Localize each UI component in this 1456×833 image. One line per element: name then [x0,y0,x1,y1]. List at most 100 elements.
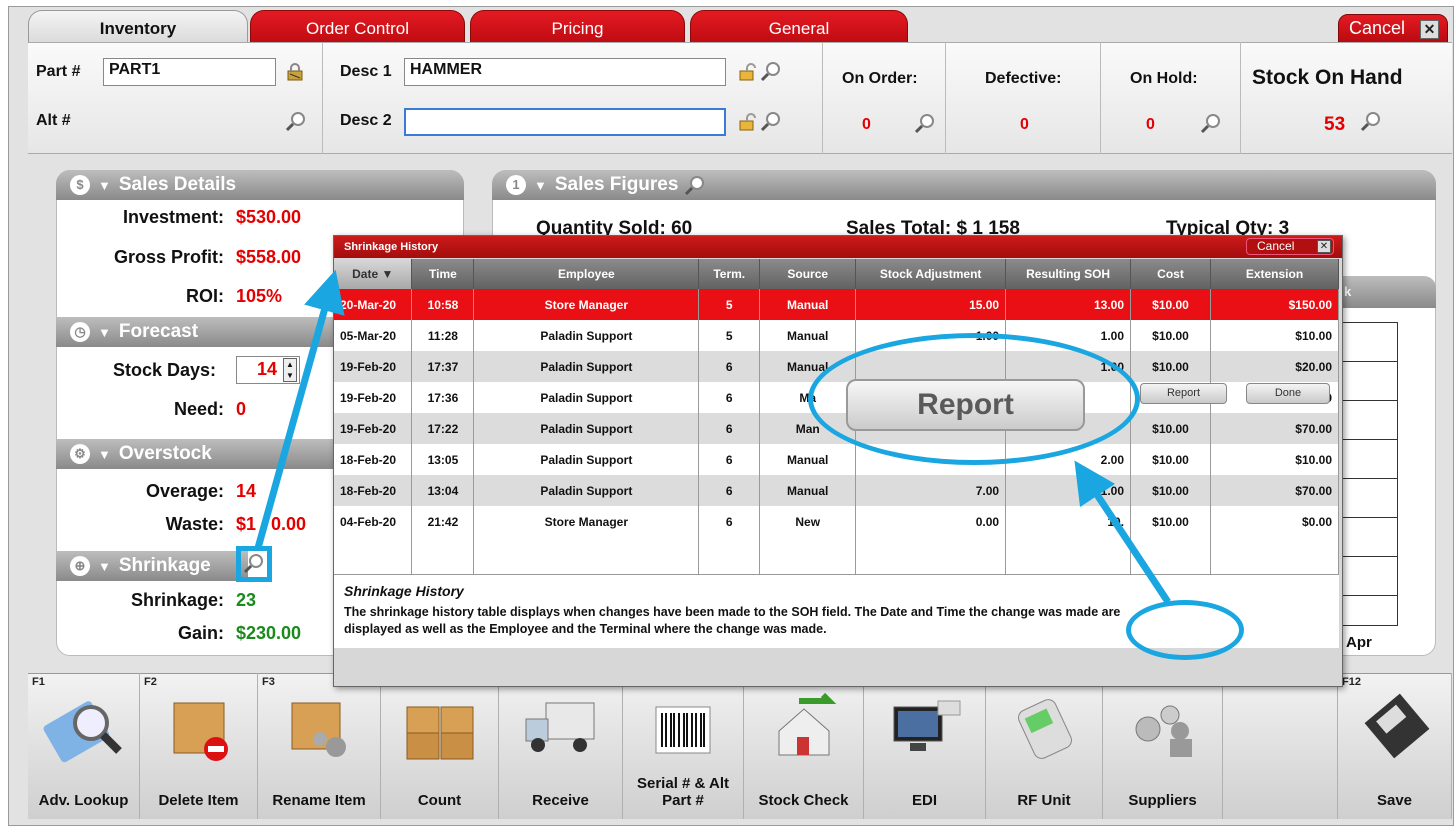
table-row[interactable]: 18-Feb-20 13:04 Paladin Support 6 Manual 7.00… [334,475,1339,506]
column-header[interactable]: Employee [473,259,700,289]
toolbar-button-delete-item[interactable]: F2 Delete Item [140,673,258,819]
search-icon[interactable] [1200,112,1222,134]
function-key-label: F3 [262,676,275,688]
need-row: Need: 0 [60,399,246,420]
table-row[interactable]: 05-Mar-20 11:28 Paladin Support 5 Manual 1.00… [334,320,1339,351]
part-number-field[interactable]: PART1 [103,58,276,86]
on-hold-value: 0 [1146,116,1155,133]
table-row[interactable]: 04-Feb-20 21:42 Store Manager 6 New 0.00 10. $1… [334,506,1339,537]
stepper-arrows-icon[interactable]: ▲ ▼ [283,358,297,382]
highlight-box [236,546,272,582]
toolbar-button-suppliers[interactable]: F10Suppliers [1103,673,1223,819]
gross-profit-value: $558.00 [236,247,302,267]
desc1-field[interactable]: HAMMER [404,58,726,86]
column-header[interactable]: Resulting SOH [1005,259,1132,289]
toolbar-button-rf-unit[interactable]: F9RF Unit [986,673,1103,819]
toolbar-button-count[interactable]: F4Count [381,673,499,819]
dialog-title: Shrinkage History [344,241,439,253]
on-order-label: On Order: [842,70,918,87]
column-header[interactable]: Cost [1130,259,1211,289]
tab-pricing[interactable]: Pricing [470,10,685,46]
unlock-icon[interactable] [738,113,756,131]
gain-label: Gain: [177,623,224,643]
table-cell [855,537,1007,579]
close-icon[interactable]: ✕ [1317,240,1331,253]
toolbar-button-save[interactable]: F12 Save [1338,673,1452,819]
column-header[interactable]: Stock Adjustment [855,259,1007,289]
gears-person-icon [1118,693,1208,768]
divider [945,42,946,154]
unlock-icon[interactable] [738,63,756,81]
report-button[interactable]: Report [1140,383,1227,404]
chart-month-label: Apr [1346,634,1372,651]
gross-profit-label: Gross Profit: [113,247,224,267]
shrinkage-label: Shrinkage: [130,590,224,610]
function-key-label: F2 [144,676,157,688]
part-label: Part # [36,63,81,80]
search-icon[interactable] [684,174,706,196]
lock-icon[interactable] [286,63,304,81]
sales-details-header[interactable]: $ ▼ Sales Details [56,170,464,200]
function-key-label: F12 [1342,676,1361,688]
number-one-icon: 1 [506,175,526,195]
delete-box-icon [154,693,244,768]
toolbar-button-label: Stock Check [758,792,849,809]
desc2-field[interactable] [404,108,726,136]
boxes-icon [395,693,485,768]
roi-row: ROI: 105% [60,286,282,307]
toolbar-button-adv-lookup[interactable]: F1 Adv. Lookup [28,673,140,819]
forecast-header[interactable]: ◷ ▼ Forecast [56,317,336,347]
tab-order-control[interactable]: Order Control [250,10,465,46]
magnifier-icon [39,693,129,768]
column-header[interactable]: Term. [698,259,761,289]
table-cell: 7.00 [855,475,1007,506]
tab-inventory[interactable]: Inventory [28,10,248,46]
waste-row: Waste: $1 0.00 [60,514,306,535]
toolbar-button-rename-item[interactable]: F3 Rename Item [258,673,381,819]
toolbar-button-label: Adv. Lookup [38,792,129,809]
search-icon[interactable] [914,112,936,134]
dialog-cancel-button[interactable]: Cancel ✕ [1246,238,1334,255]
toolbar-button-edi[interactable]: F8EDI [864,673,986,819]
table-header-row: Date ▼ Time Employee Term. Source Stock Adjus… [334,259,1339,289]
table-row[interactable]: 20-Mar-20 10:58 Store Manager 5 Manual 15.00 1… [334,289,1339,320]
gross-profit-row: Gross Profit: $558.00 [60,247,301,268]
table-cell: $70.00 [1210,413,1339,444]
table-cell: 5 [698,289,761,320]
roi-value: 105% [236,286,283,306]
table-cell: Paladin Support [473,351,700,382]
table-cell: $10.00 [1130,506,1211,537]
stock-on-hand-label: Stock On Hand [1252,66,1403,89]
toolbar-button-serial-alt-part[interactable]: F6Serial # & Alt Part # [623,673,744,819]
table-cell: 6 [698,506,761,537]
need-value: 0 [236,399,247,419]
table-cell: 5 [698,320,761,351]
overstock-header[interactable]: ⚙ ▼ Overstock [56,439,336,469]
tab-general[interactable]: General [690,10,908,46]
sales-chart-area [1342,322,1398,626]
table-cell: 6 [698,444,761,475]
close-icon[interactable]: ✕ [1420,20,1439,39]
divider [322,42,323,154]
barcode-icon [638,693,728,768]
cancel-button[interactable]: Cancel ✕ [1338,14,1448,43]
column-header[interactable]: Extension [1210,259,1339,289]
sales-figures-header[interactable]: 1 ▼ Sales Figures [492,170,1436,200]
table-cell: 19-Feb-20 [334,413,413,444]
table-row[interactable]: 18-Feb-20 13:05 Paladin Support 6 Manual 2.00… [334,444,1339,475]
table-cell: Manual [759,475,857,506]
done-button[interactable]: Done [1246,383,1330,404]
search-icon[interactable] [285,110,307,132]
search-icon[interactable] [760,110,782,132]
toolbar-button-empty[interactable]: F11 [1223,673,1338,819]
column-header[interactable]: Source [759,259,857,289]
column-header[interactable]: Time [411,259,475,289]
toolbar-button-stock-check[interactable]: F7Stock Check [744,673,864,819]
search-icon[interactable] [1360,110,1382,132]
toolbar-button-receive[interactable]: F5Receive [499,673,623,819]
search-icon[interactable] [760,60,782,82]
shrinkage-header[interactable]: ⊕ ▼ Shrinkage [56,551,248,581]
column-header[interactable]: Date ▼ [334,259,413,289]
collapse-arrow-icon: ▼ [98,446,111,462]
on-hold-label: On Hold: [1130,70,1198,87]
